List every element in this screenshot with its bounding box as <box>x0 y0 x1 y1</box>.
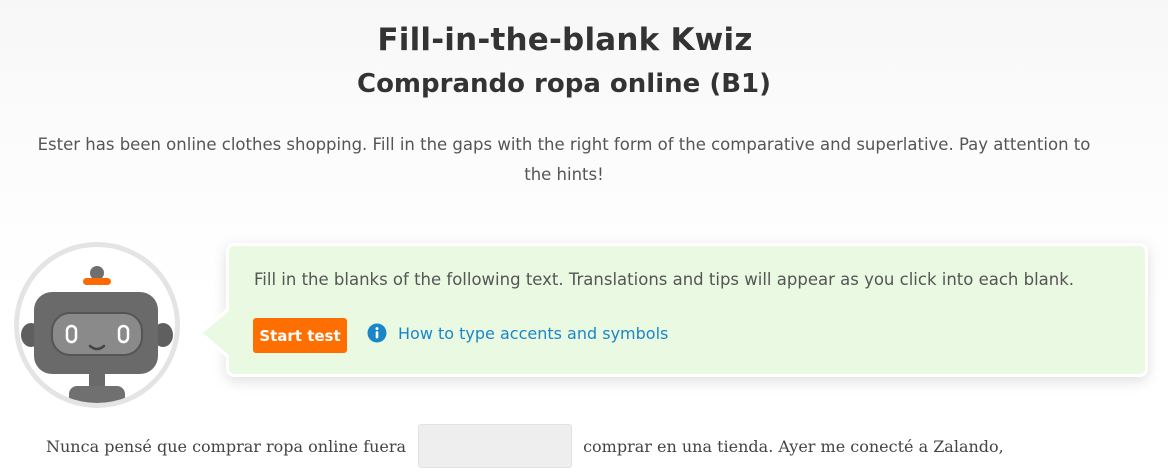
robot-icon <box>21 266 173 403</box>
sentence-text-before: Nunca pensé que comprar ropa online fuer… <box>46 436 407 456</box>
quiz-page: Fill-in-the-blank Kwiz Comprando ropa on… <box>0 0 1168 475</box>
page-subtitle: Comprando ropa online (B1) <box>356 69 771 99</box>
accents-help-link[interactable]: How to type accents and symbols <box>367 323 668 343</box>
instruction-text: Fill in the blanks of the following text… <box>254 270 1075 289</box>
exercise-sentence: Nunca pensé que comprar ropa online fuer… <box>46 423 1004 469</box>
intro-text: Ester has been online clothes shopping. … <box>37 135 1091 184</box>
instruction-bubble: Fill in the blanks of the following text… <box>226 243 1148 377</box>
info-icon <box>367 323 387 343</box>
sentence-text-after: comprar en una tienda. Ayer me conecté a… <box>583 436 1004 456</box>
bubble-pointer-fill <box>203 310 230 356</box>
accents-help-label: How to type accents and symbols <box>398 323 669 343</box>
robot-avatar <box>14 242 180 408</box>
page-title: Fill-in-the-blank Kwiz <box>377 22 753 58</box>
blank-input-1[interactable] <box>418 424 573 468</box>
start-test-button[interactable]: Start test <box>253 318 347 353</box>
